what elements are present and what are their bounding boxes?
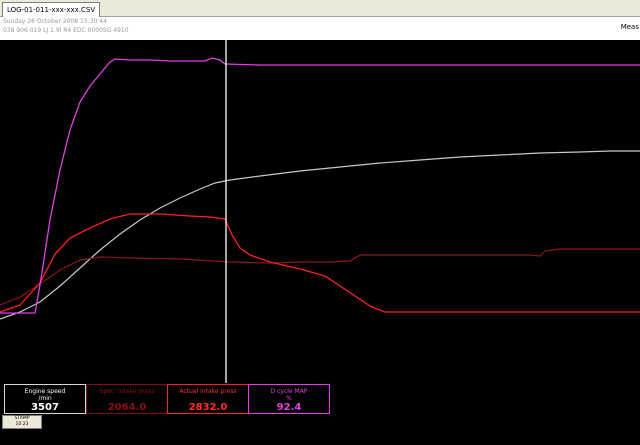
gauge-value: 92.4: [276, 402, 302, 413]
duty-cycle-gauge[interactable]: D cycle MAP % 92.4: [248, 384, 330, 414]
gauge-panel: Engine speed /min 3507 Spec. intake pres…: [0, 383, 640, 445]
log-info-bar: Sunday 26 October 2008 15:30:44 038 906 …: [0, 17, 640, 40]
graph-canvas: [0, 40, 640, 383]
gauge-label: Spec. intake press: [99, 388, 155, 395]
gauge-unit: [87, 395, 167, 402]
gauge-label: D cycle MAP: [270, 388, 308, 395]
gauge-unit: /min: [38, 395, 52, 402]
ecu-info: 038 906 019 LJ 1.9l R4 EDC 0000SG 4910: [3, 27, 129, 34]
gauge-label: Engine speed: [24, 388, 66, 395]
tab-bar: LOG-01-011-xxx-xxx.CSV: [0, 0, 640, 17]
stamp-time: 10:23: [15, 422, 29, 427]
gauge-value: 2064.0: [107, 402, 147, 413]
file-tab[interactable]: LOG-01-011-xxx-xxx.CSV: [2, 2, 101, 17]
engine-speed-gauge[interactable]: Engine speed /min 3507: [4, 384, 86, 414]
log-date: Sunday 26 October 2008 15:30:44: [3, 18, 107, 25]
gauge-label: Actual intake press: [179, 388, 237, 395]
spec-intake-gauge[interactable]: Spec. intake press 2064.0: [86, 384, 168, 414]
gauge-unit: %: [286, 395, 292, 402]
actual-intake-gauge[interactable]: Actual intake press 2832.0: [167, 384, 249, 414]
measure-label[interactable]: Meas: [621, 23, 639, 31]
graph-background: [0, 40, 640, 383]
gauge-value: 3507: [31, 402, 59, 413]
stamp-button[interactable]: STAMP 10:23: [2, 415, 42, 429]
log-graph[interactable]: [0, 40, 640, 383]
gauge-unit: [168, 395, 248, 402]
gauge-value: 2832.0: [188, 402, 228, 413]
